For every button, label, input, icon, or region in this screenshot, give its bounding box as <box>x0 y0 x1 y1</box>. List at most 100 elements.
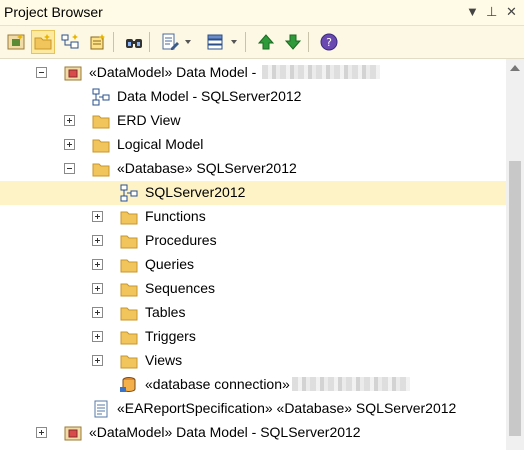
database-connection-icon <box>120 377 136 393</box>
tree-item-text: Functions <box>145 208 206 224</box>
tree-item[interactable]: SQLServer2012 <box>0 181 506 205</box>
tree-item[interactable]: Queries <box>0 253 506 277</box>
chevron-down-icon[interactable] <box>231 40 237 44</box>
tree-item[interactable]: «Database» SQLServer2012 <box>0 157 506 181</box>
folder-icon <box>120 211 138 225</box>
folder-icon <box>120 355 138 369</box>
tree-item[interactable]: «EAReportSpecification» «Database» SQLSe… <box>0 397 506 421</box>
new-folder-button[interactable] <box>31 30 55 54</box>
tree-item-label: Sequences <box>145 280 215 296</box>
expand-icon[interactable] <box>92 355 103 366</box>
package-icon <box>64 66 82 81</box>
expand-icon[interactable] <box>92 307 103 318</box>
tree-item-text: SQLServer2012 <box>145 184 246 200</box>
new-element-button[interactable] <box>85 30 109 54</box>
folder-icon <box>120 331 138 345</box>
tree-item-text: Queries <box>145 256 195 272</box>
tree-item-text: ERD View <box>117 112 181 128</box>
tree-item-label: Logical Model <box>117 136 203 152</box>
tree-item-text: «database connection» <box>145 376 290 392</box>
tree-item[interactable]: Logical Model <box>0 133 506 157</box>
folder-icon <box>120 283 138 297</box>
tree-item-label: «DataModel» Data Model - SQLServer2012 <box>89 424 361 440</box>
tree-item[interactable]: Tables <box>0 301 506 325</box>
tree-item[interactable]: ERD View <box>0 109 506 133</box>
folder-icon <box>120 307 138 321</box>
expand-icon[interactable] <box>92 211 103 222</box>
scroll-up-arrow-icon[interactable] <box>510 65 520 71</box>
toolbar: ? <box>0 26 524 59</box>
vertical-scrollbar[interactable] <box>506 59 524 450</box>
expand-icon[interactable] <box>36 427 47 438</box>
tree-item-text: «DataModel» Data Model - <box>89 64 261 80</box>
expand-icon[interactable] <box>92 235 103 246</box>
tree-item[interactable]: Functions <box>0 205 506 229</box>
expand-icon[interactable] <box>92 283 103 294</box>
tree-item-label: SQLServer2012 <box>145 184 245 200</box>
tree-item-text: Sequences <box>145 280 216 296</box>
tree-item-text: Procedures <box>145 232 217 248</box>
folder-icon <box>120 259 138 273</box>
diagram-icon <box>120 184 138 202</box>
report-spec-icon <box>94 400 108 418</box>
edit-document-button[interactable] <box>158 30 182 54</box>
tree-item-text: Triggers <box>145 328 196 344</box>
collapse-icon[interactable] <box>64 163 75 174</box>
help-icon: ? <box>320 33 338 51</box>
tree-item-label: Views <box>145 352 182 368</box>
tree-item[interactable]: Views <box>0 349 506 373</box>
tree-item[interactable]: «DataModel» Data Model - <box>0 61 506 85</box>
panel-menu-icon[interactable]: ▼ <box>466 4 479 19</box>
move-down-icon <box>284 34 302 50</box>
folder-icon <box>92 163 110 177</box>
views-icon <box>207 34 223 50</box>
views-button[interactable] <box>204 30 228 54</box>
pin-icon[interactable]: ⊥ <box>486 4 497 20</box>
tree-item[interactable]: «database connection» <box>0 373 506 397</box>
new-diagram-button[interactable] <box>58 30 82 54</box>
tree-item[interactable]: Procedures <box>0 229 506 253</box>
expand-icon[interactable] <box>92 331 103 342</box>
svg-text:?: ? <box>326 36 332 49</box>
expand-icon[interactable] <box>64 139 75 150</box>
tree-item-text: «Database» SQLServer2012 <box>117 160 297 176</box>
panel-title-bar: Project Browser ▼ ⊥ ✕ <box>0 0 524 26</box>
folder-icon <box>120 235 138 249</box>
tree-item-text: «DataModel» Data Model - SQLServer2012 <box>89 424 361 440</box>
tree-item-text: «EAReportSpecification» «Database» SQLSe… <box>117 400 457 416</box>
new-diagram-icon <box>61 34 79 49</box>
move-up-icon <box>257 34 275 50</box>
tree-item-text: Tables <box>145 304 186 320</box>
toolbar-separator <box>308 32 309 52</box>
scrollbar-thumb[interactable] <box>509 161 521 436</box>
move-down-button[interactable] <box>281 30 305 54</box>
chevron-down-icon[interactable] <box>185 40 191 44</box>
tree-item-label: «EAReportSpecification» «Database» SQLSe… <box>117 400 456 416</box>
package-icon <box>64 426 82 441</box>
tree-item-label: Data Model - SQLServer2012 <box>117 88 301 104</box>
help-button[interactable]: ? <box>317 30 341 54</box>
diagram-icon <box>92 88 110 106</box>
tree-item-label: Queries <box>145 256 194 272</box>
expand-icon[interactable] <box>92 259 103 270</box>
toolbar-separator <box>113 32 114 52</box>
toolbar-separator <box>149 32 150 52</box>
collapse-icon[interactable] <box>36 67 47 78</box>
redacted-text <box>291 377 410 391</box>
tree-item-label: Procedures <box>145 232 217 248</box>
project-tree[interactable]: «DataModel» Data Model - Data Model - SQ… <box>0 59 506 450</box>
tree-item[interactable]: Triggers <box>0 325 506 349</box>
new-model-button[interactable] <box>4 30 28 54</box>
tree-item-label: Tables <box>145 304 185 320</box>
new-model-icon <box>7 34 25 50</box>
close-icon[interactable]: ✕ <box>506 4 517 20</box>
tree-item[interactable]: Data Model - SQLServer2012 <box>0 85 506 109</box>
tree-item[interactable]: Sequences <box>0 277 506 301</box>
tree-item-text: Views <box>145 352 183 368</box>
find-button[interactable] <box>122 30 146 54</box>
expand-icon[interactable] <box>64 115 75 126</box>
tree-item[interactable]: «DataModel» Data Model - SQLServer2012 <box>0 421 506 445</box>
panel-title: Project Browser <box>4 4 103 20</box>
redacted-text <box>262 65 381 79</box>
move-up-button[interactable] <box>254 30 278 54</box>
